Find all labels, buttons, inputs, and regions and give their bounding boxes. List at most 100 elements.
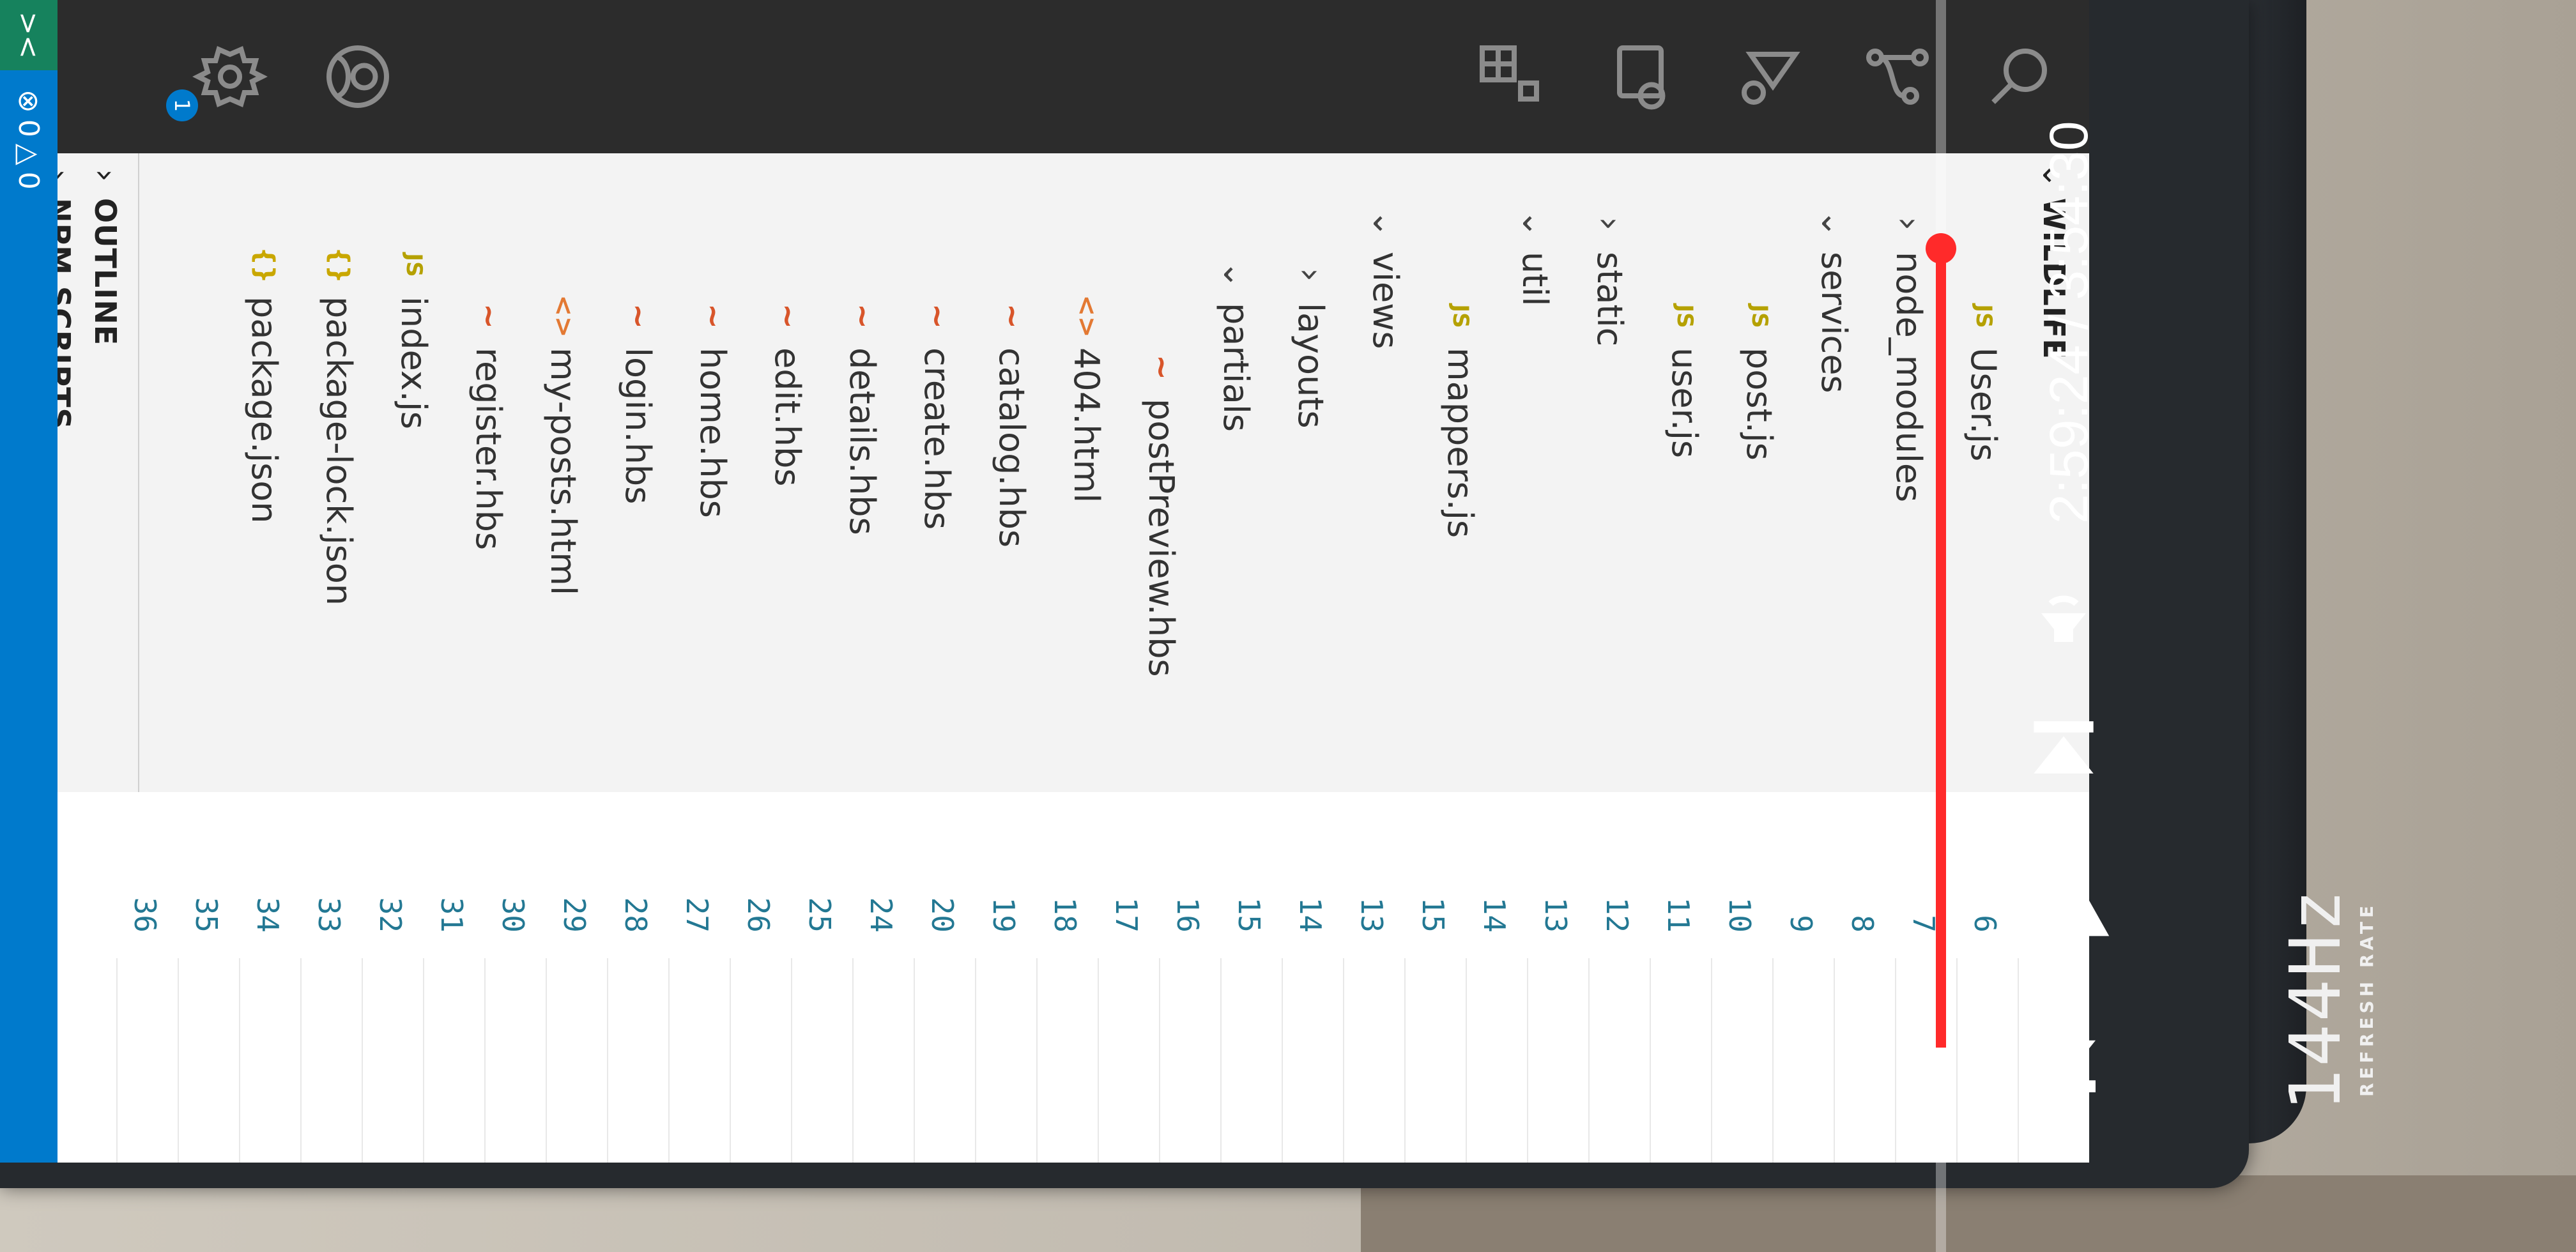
- play-icon: [2018, 855, 2110, 936]
- code-line: [1404, 958, 1406, 1163]
- remote-icon: ><: [12, 11, 45, 59]
- chevron-down-icon: ⌄: [1216, 260, 1257, 289]
- tree-item-label: catalog.hbs: [992, 347, 1032, 548]
- refresh-rate-label: REFRESH RATE: [2356, 901, 2377, 1097]
- tree-item-label: login.hbs: [618, 347, 659, 505]
- tree-item-label: package.json: [244, 296, 285, 524]
- outline-title: OUTLINE: [88, 198, 123, 346]
- settings-gear-icon[interactable]: [185, 32, 275, 121]
- line-number: 12: [1600, 897, 1634, 933]
- tree-file[interactable]: JS post.js: [1731, 153, 1788, 894]
- tree-item-label: static: [1590, 252, 1630, 347]
- tree-file[interactable]: ~ login.hbs: [610, 153, 667, 894]
- tree-file[interactable]: {} package-lock.json: [310, 153, 368, 843]
- code-line: [362, 958, 363, 1163]
- tree-folder[interactable]: › layouts: [1282, 153, 1340, 894]
- line-number: 8: [1845, 915, 1880, 933]
- hbs-file-icon: ~: [919, 303, 955, 330]
- js-file-icon: JS: [1747, 304, 1772, 328]
- chevron-right-icon: ›: [1889, 217, 1929, 231]
- js-file-icon: JS: [401, 253, 427, 277]
- tree-file[interactable]: ~ details.hbs: [834, 153, 891, 894]
- next-icon: [2034, 721, 2094, 774]
- problems-indicator[interactable]: ⊗ 0 △ 0: [0, 89, 57, 190]
- chevron-down-icon: ⌄: [1515, 209, 1556, 238]
- code-line: [730, 958, 731, 1163]
- tree-file[interactable]: ~ home.hbs: [684, 153, 742, 894]
- volume-button[interactable]: [2000, 562, 2128, 664]
- line-number: 15: [1232, 897, 1266, 933]
- code-line: [1159, 958, 1160, 1163]
- code-line: [1282, 958, 1283, 1163]
- hbs-file-icon: ~: [620, 303, 656, 330]
- tree-item-label: register.hbs: [468, 347, 509, 551]
- account-icon[interactable]: [313, 32, 402, 121]
- tree-file[interactable]: ~ edit.hbs: [759, 153, 816, 894]
- hbs-file-icon: ~: [695, 303, 731, 330]
- code-line: [914, 958, 915, 1163]
- line-number: 13: [1538, 897, 1573, 933]
- line-number: 25: [802, 897, 837, 933]
- tree-file[interactable]: JS user.js: [1656, 153, 1713, 894]
- editor-area[interactable]: 5678910111213141513141516171819202425262…: [0, 792, 2089, 1163]
- html-file-icon: <>: [1072, 294, 1101, 338]
- tree-file[interactable]: <> my-posts.html: [535, 153, 592, 894]
- tree-folder[interactable]: ⌄ partials: [1208, 153, 1265, 894]
- code-line: [1036, 958, 1038, 1163]
- js-file-icon: JS: [1672, 304, 1698, 328]
- tree-folder[interactable]: ⌄ views: [1357, 153, 1414, 843]
- code-line: [1220, 958, 1222, 1163]
- tree-item-label: services: [1814, 252, 1855, 393]
- play-button[interactable]: [2000, 830, 2128, 971]
- tree-file[interactable]: ~ register.hbs: [460, 153, 518, 894]
- tree-file[interactable]: JS index.js: [385, 153, 443, 843]
- line-number: 14: [1477, 897, 1512, 933]
- line-number: 36: [128, 897, 162, 933]
- code-line: [484, 958, 486, 1163]
- activity-bar: 1: [0, 0, 2089, 153]
- tree-file[interactable]: {} package.json: [236, 153, 293, 843]
- line-number: 35: [189, 897, 224, 933]
- code-line: [1588, 958, 1590, 1163]
- extensions-icon[interactable]: [1463, 32, 1552, 121]
- code-line: [668, 958, 670, 1163]
- chevron-right-icon: ›: [87, 169, 124, 183]
- tree-file[interactable]: JS mappers.js: [1432, 153, 1489, 894]
- tree-folder[interactable]: ⌄ util: [1506, 153, 1564, 843]
- status-bar: >< ⊗ 0 △ 0: [0, 0, 57, 1163]
- next-button[interactable]: [2000, 690, 2128, 805]
- line-number: 27: [680, 897, 714, 933]
- tree-file[interactable]: ~ catalog.hbs: [983, 153, 1041, 894]
- tree-folder[interactable]: › static: [1581, 153, 1639, 843]
- errors-count: 0: [12, 119, 45, 137]
- code-line: [116, 958, 118, 1163]
- outline-section[interactable]: › OUTLINE: [77, 153, 134, 792]
- code-line: [239, 958, 240, 1163]
- screen: 1 ⌄ WILDLIFE JS User.js › node_modules ⌄ serv…: [0, 0, 2089, 1163]
- tree-item-label: create.hbs: [917, 347, 958, 530]
- run-debug-icon[interactable]: [1725, 32, 1814, 121]
- js-file-icon: JS: [1448, 304, 1473, 328]
- divider: [138, 153, 139, 792]
- line-number: 31: [434, 897, 469, 933]
- chevron-down-icon: ⌄: [1365, 209, 1406, 238]
- tree-file[interactable]: ~ create.hbs: [908, 153, 966, 894]
- warnings-count: 0: [12, 171, 45, 190]
- previous-button[interactable]: [2000, 996, 2128, 1124]
- volume-icon: [2041, 595, 2086, 642]
- code-line: [1343, 958, 1344, 1163]
- tree-file[interactable]: <> 404.html: [1058, 153, 1116, 894]
- explorer-sidebar: ⌄ WILDLIFE JS User.js › node_modules ⌄ servic…: [0, 153, 2089, 793]
- tree-item-label: postPreview.hbs: [1141, 399, 1182, 677]
- time-display: 2:59:24 / 3:54:30: [2039, 121, 2099, 524]
- tree-item-label: mappers.js: [1440, 347, 1481, 538]
- tree-folder[interactable]: ⌄ services: [1805, 153, 1863, 843]
- code-line: [1834, 958, 1835, 1163]
- line-number: 28: [618, 897, 653, 933]
- progress-played: [1936, 248, 1946, 1048]
- remote-explorer-icon[interactable]: [1591, 32, 1680, 121]
- json-file-icon: {}: [250, 247, 279, 284]
- progress-scrubber-handle[interactable]: [1926, 233, 1956, 264]
- source-control-icon[interactable]: [1853, 32, 1942, 121]
- remote-indicator[interactable]: ><: [0, 0, 57, 70]
